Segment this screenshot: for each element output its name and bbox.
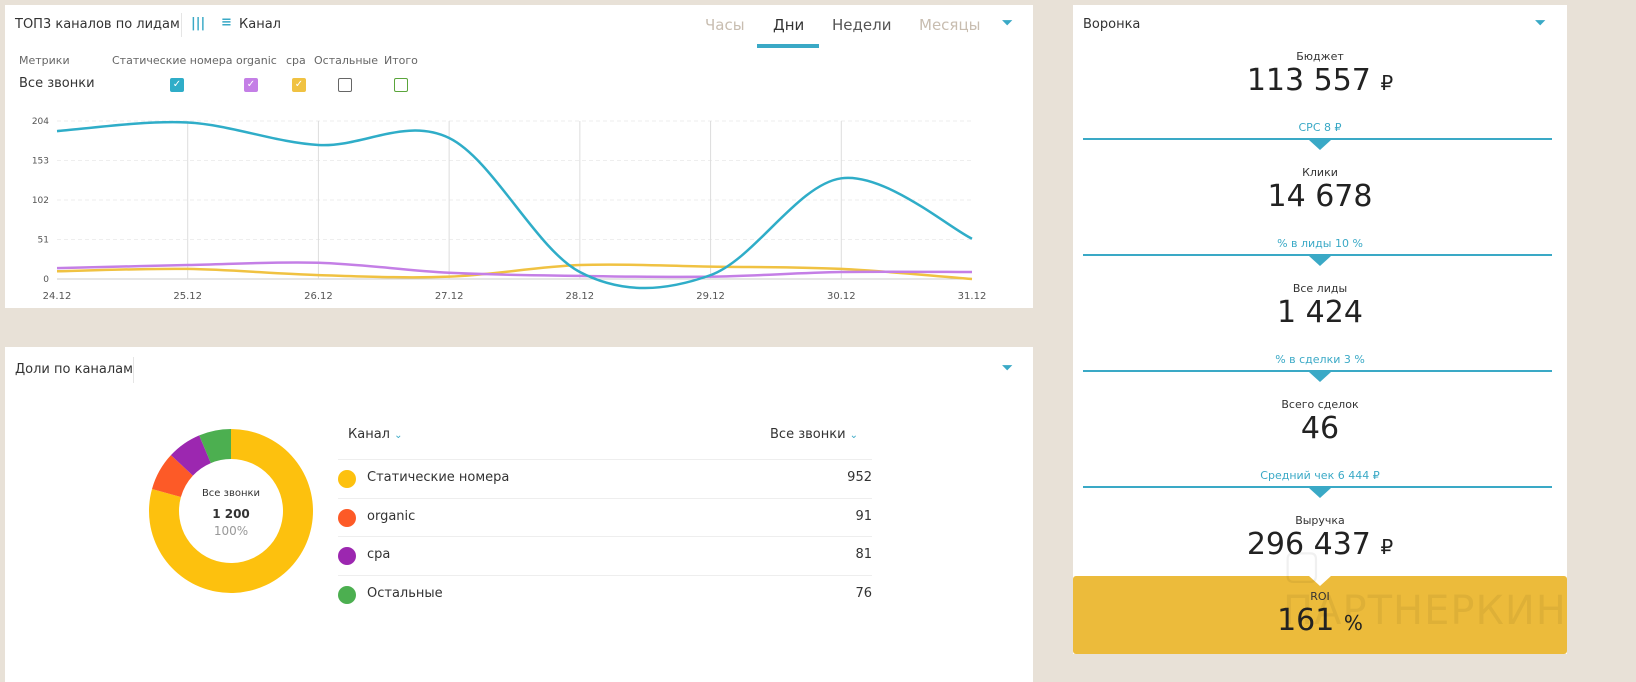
conversion-label: CPC 8 ₽ bbox=[1298, 121, 1342, 134]
x-tick-label: 31.12 bbox=[958, 291, 987, 302]
channel-value: 76 bbox=[855, 585, 872, 601]
funnel-arrow-icon bbox=[1309, 256, 1331, 266]
donut-chart: Все звонки 1 200 100% bbox=[149, 429, 314, 593]
y-tick-label: 0 bbox=[43, 275, 49, 285]
chevron-down-icon: ⌄ bbox=[394, 430, 403, 441]
legend-dot bbox=[338, 508, 356, 527]
funnel-arrow-icon bbox=[1309, 372, 1331, 382]
stage-label: Бюджет bbox=[1296, 50, 1344, 63]
column-header: Остальные bbox=[314, 54, 379, 67]
stage-label: Всего сделок bbox=[1281, 398, 1359, 411]
watermark: ▢ ПАРТНЕРКИН bbox=[1283, 542, 1567, 634]
stage-label: Клики bbox=[1302, 166, 1338, 179]
donut-center-percent: 100% bbox=[214, 524, 248, 538]
value-unit: ₽ bbox=[1380, 71, 1394, 95]
funnel-arrow-icon bbox=[1309, 140, 1331, 150]
x-tick-label: 29.12 bbox=[696, 291, 725, 302]
series-checkbox[interactable]: ✓ bbox=[170, 78, 184, 92]
funnel-panel: Воронка ⏷ Бюджет 113 557 ₽ CPC 8 ₽ Клики 14 … bbox=[1073, 5, 1567, 654]
legend-dot bbox=[338, 470, 356, 488]
column-header: Статические номера bbox=[112, 54, 233, 67]
stage-value: 113 557 ₽ bbox=[1073, 63, 1567, 98]
channel-name: Статические номера bbox=[367, 470, 510, 485]
channel-value: 91 bbox=[855, 508, 872, 524]
channel-value: 952 bbox=[847, 470, 872, 485]
stage-label: Выручка bbox=[1295, 514, 1345, 527]
channel-shares-panel: Доли по каналам ⏷ Все звонки 1 200 100% Ка… bbox=[5, 347, 1033, 682]
value-number: 14 678 bbox=[1267, 179, 1373, 214]
conversion-label: % в сделки 3 % bbox=[1275, 353, 1365, 366]
y-tick-label: 102 bbox=[32, 196, 49, 206]
donut-center-label: Все звонки bbox=[202, 488, 260, 499]
panel-title: Воронка bbox=[1083, 17, 1141, 32]
legend-dot bbox=[338, 547, 356, 565]
channel-name: organic bbox=[367, 508, 416, 524]
channel-value: 81 bbox=[855, 547, 872, 562]
x-tick-label: 26.12 bbox=[304, 291, 333, 302]
x-tick-label: 27.12 bbox=[435, 291, 464, 302]
channel-name: cpa bbox=[367, 547, 391, 562]
header-label: Канал bbox=[348, 427, 390, 442]
y-tick-label: 153 bbox=[32, 157, 49, 167]
value-number: 113 557 bbox=[1246, 63, 1371, 98]
chevron-down-icon: ⌄ bbox=[849, 430, 859, 441]
line-chart: 0 51 102 153 204 24.12 25.12 26.12 27.12 28.12 29.… bbox=[32, 117, 987, 302]
filter-icon[interactable]: ⏷ bbox=[1002, 361, 1012, 376]
value-number: 1 424 bbox=[1277, 295, 1363, 330]
column-header: organic bbox=[236, 54, 277, 67]
conversion-label: Средний чек 6 444 ₽ bbox=[1260, 469, 1380, 482]
table-row[interactable]: organic 91 bbox=[338, 497, 872, 536]
y-tick-label: 204 bbox=[32, 117, 49, 127]
table-row[interactable]: Остальные 76 bbox=[338, 574, 872, 613]
column-header: Итого bbox=[384, 54, 418, 67]
filter-icon[interactable]: ⏷ bbox=[1535, 16, 1545, 31]
series-checkbox[interactable] bbox=[394, 78, 408, 92]
legend-dot bbox=[338, 585, 356, 604]
y-tick-label: 51 bbox=[38, 236, 49, 246]
x-tick-label: 28.12 bbox=[566, 291, 595, 302]
value-column-header[interactable]: Все звонки ⌄ bbox=[770, 427, 858, 442]
stage-value: 46 bbox=[1073, 411, 1567, 446]
table-row[interactable]: Статические номера 952 bbox=[338, 459, 872, 497]
channel-name: Остальные bbox=[367, 585, 443, 601]
column-header: cpa bbox=[286, 54, 306, 67]
table-row[interactable]: cpa 81 bbox=[338, 536, 872, 574]
stage-value: 14 678 bbox=[1073, 179, 1567, 214]
funnel-arrow-icon bbox=[1309, 488, 1331, 498]
watermark-text: ПАРТНЕРКИН bbox=[1283, 588, 1567, 634]
stage-label: Все лиды bbox=[1292, 282, 1348, 295]
conversion-label: % в лиды 10 % bbox=[1277, 237, 1363, 250]
series-checkbox[interactable]: ✓ bbox=[244, 78, 258, 92]
series-checkbox[interactable] bbox=[338, 78, 352, 92]
x-tick-label: 24.12 bbox=[43, 291, 72, 302]
channel-column-header[interactable]: Канал ⌄ bbox=[348, 427, 403, 442]
value-number: 46 bbox=[1300, 411, 1340, 446]
series-line bbox=[56, 120, 973, 290]
top-channels-panel: ТОП3 каналов по лидам ||| ≡ Канал Часы Д… bbox=[5, 5, 1033, 308]
series-checkbox[interactable]: ✓ bbox=[292, 78, 306, 92]
x-tick-label: 30.12 bbox=[827, 291, 856, 302]
header-label: Все звонки bbox=[770, 427, 846, 442]
x-tick-label: 25.12 bbox=[173, 291, 202, 302]
stage-value: 1 424 bbox=[1073, 295, 1567, 330]
donut-center-total: 1 200 bbox=[212, 507, 250, 521]
